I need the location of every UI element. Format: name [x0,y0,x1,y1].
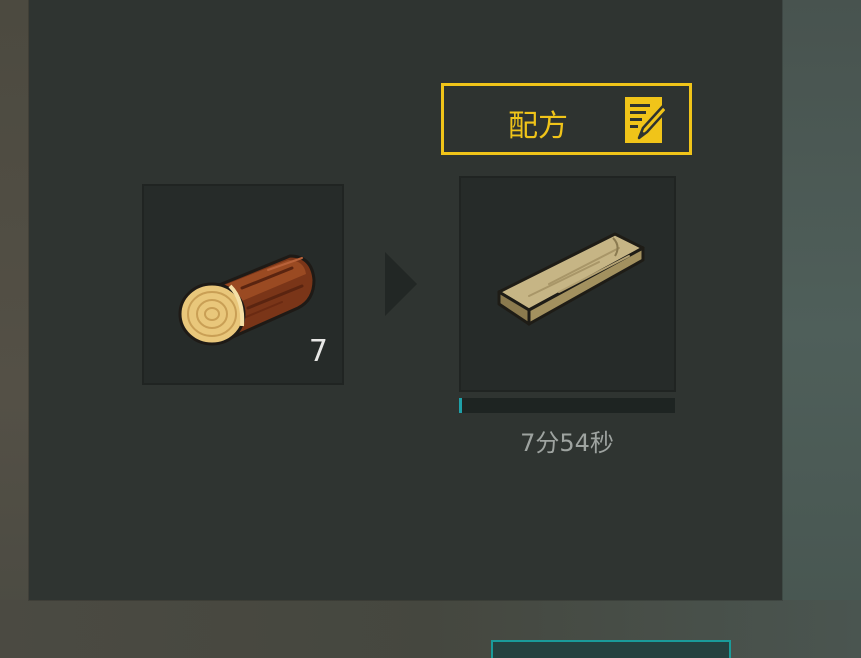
craft-action-button[interactable] [491,640,731,658]
wood-plank-icon [497,232,645,326]
recipe-notepad-icon [625,97,665,143]
craft-time-remaining: 7分54秒 [520,429,614,457]
background-bottom [0,600,861,658]
background-right [781,0,861,658]
input-item-slot[interactable]: 7 [142,184,344,385]
craft-progress-fill [459,398,462,413]
craft-arrow-icon [385,252,417,316]
recipe-button[interactable]: 配方 [441,83,692,155]
input-item-count: 7 [308,334,328,369]
output-item-slot[interactable] [459,176,676,392]
log-icon [178,254,316,346]
craft-progress-bar [459,398,675,413]
recipe-button-label: 配方 [508,109,568,144]
